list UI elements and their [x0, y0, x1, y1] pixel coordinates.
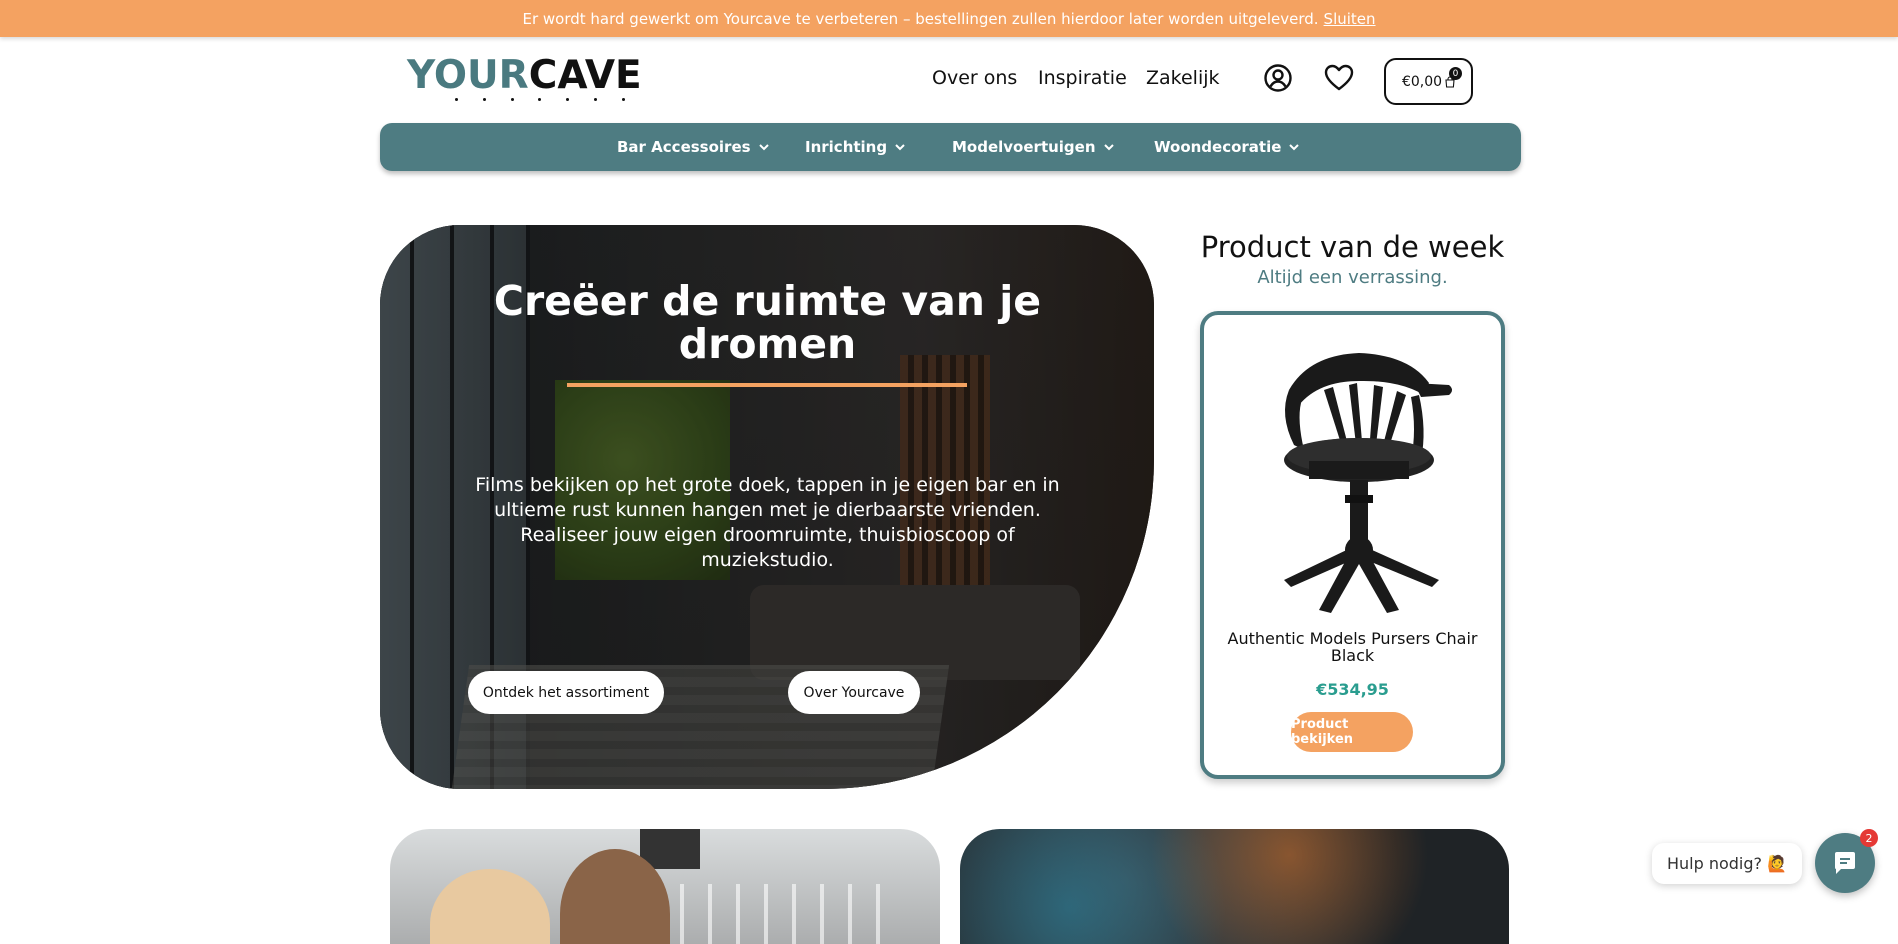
- logo-text-your: YOUR: [407, 53, 529, 98]
- tile-person-decor: [430, 869, 550, 944]
- maintenance-notice-bar: Er wordt hard gewerkt om Yourcave te ver…: [0, 0, 1898, 37]
- category-label: Bar Accessoires: [617, 138, 751, 156]
- hero-description: Films bekijken op het grote doek, tappen…: [475, 474, 1060, 571]
- logo-wordmark: YOURCAVE: [407, 53, 642, 98]
- tile-wine-glasses-decor: [680, 884, 880, 944]
- tile-bokeh-decor: [960, 829, 1509, 944]
- nav-inspiratie[interactable]: Inspiratie: [1038, 67, 1127, 89]
- wishlist-heart-icon[interactable]: [1323, 62, 1355, 94]
- logo-text-cave: CAVE: [528, 53, 642, 98]
- cart-total: €0,00: [1401, 73, 1443, 90]
- product-week-title: Product van de week: [1200, 230, 1505, 264]
- chat-unread-badge: 2: [1860, 829, 1878, 847]
- chevron-down-icon: [1289, 143, 1300, 150]
- nav-zakelijk[interactable]: Zakelijk: [1146, 67, 1220, 89]
- notice-dismiss-link[interactable]: Sluiten: [1324, 10, 1376, 28]
- notice-text: Er wordt hard gewerkt om Yourcave te ver…: [522, 9, 1319, 28]
- chevron-down-icon: [1103, 143, 1114, 150]
- chevron-down-icon: [895, 143, 905, 150]
- site-logo[interactable]: YOURCAVE: [407, 53, 642, 110]
- product-name[interactable]: Authentic Models Pursers Chair Black: [1219, 630, 1486, 664]
- product-week-subtitle: Altijd een verrassing.: [1257, 267, 1448, 288]
- category-woondecoratie[interactable]: Woondecoratie: [1154, 138, 1300, 156]
- category-menu-bar: Bar Accessoires Inrichting Modelvoertuig…: [380, 123, 1521, 171]
- product-chair-image: [1284, 353, 1452, 613]
- logo-dots: [455, 98, 625, 101]
- product-price: €534,95: [1316, 680, 1389, 699]
- cart-count-badge: 0: [1449, 67, 1462, 80]
- product-week-card[interactable]: Authentic Models Pursers Chair Black €53…: [1200, 311, 1505, 779]
- nav-over-ons[interactable]: Over ons: [932, 67, 1017, 89]
- discover-assortment-button[interactable]: Ontdek het assortiment: [468, 671, 664, 714]
- category-bar-accessoires[interactable]: Bar Accessoires: [617, 138, 769, 156]
- help-bubble[interactable]: Hulp nodig? 🙋: [1652, 843, 1802, 884]
- account-icon[interactable]: [1262, 62, 1294, 94]
- chat-icon: [1835, 852, 1855, 874]
- cart-button[interactable]: €0,00 0: [1384, 58, 1473, 105]
- promo-tile-bar-image[interactable]: [390, 829, 940, 944]
- category-inrichting[interactable]: Inrichting: [805, 138, 905, 156]
- view-product-button[interactable]: Product bekijken: [1291, 712, 1413, 752]
- hero-title: Creëer de ruimte van je dromen: [493, 277, 1042, 368]
- hero-banner: Creëer de ruimte van je dromen Films bek…: [380, 225, 1154, 789]
- promo-tile-bottles-image[interactable]: [960, 829, 1509, 944]
- about-yourcave-button[interactable]: Over Yourcave: [788, 671, 920, 714]
- category-label: Woondecoratie: [1154, 138, 1282, 156]
- category-label: Modelvoertuigen: [952, 138, 1096, 156]
- chevron-down-icon: [758, 143, 769, 150]
- hero-divider: [567, 383, 967, 387]
- category-modelvoertuigen[interactable]: Modelvoertuigen: [952, 138, 1114, 156]
- category-label: Inrichting: [805, 138, 888, 156]
